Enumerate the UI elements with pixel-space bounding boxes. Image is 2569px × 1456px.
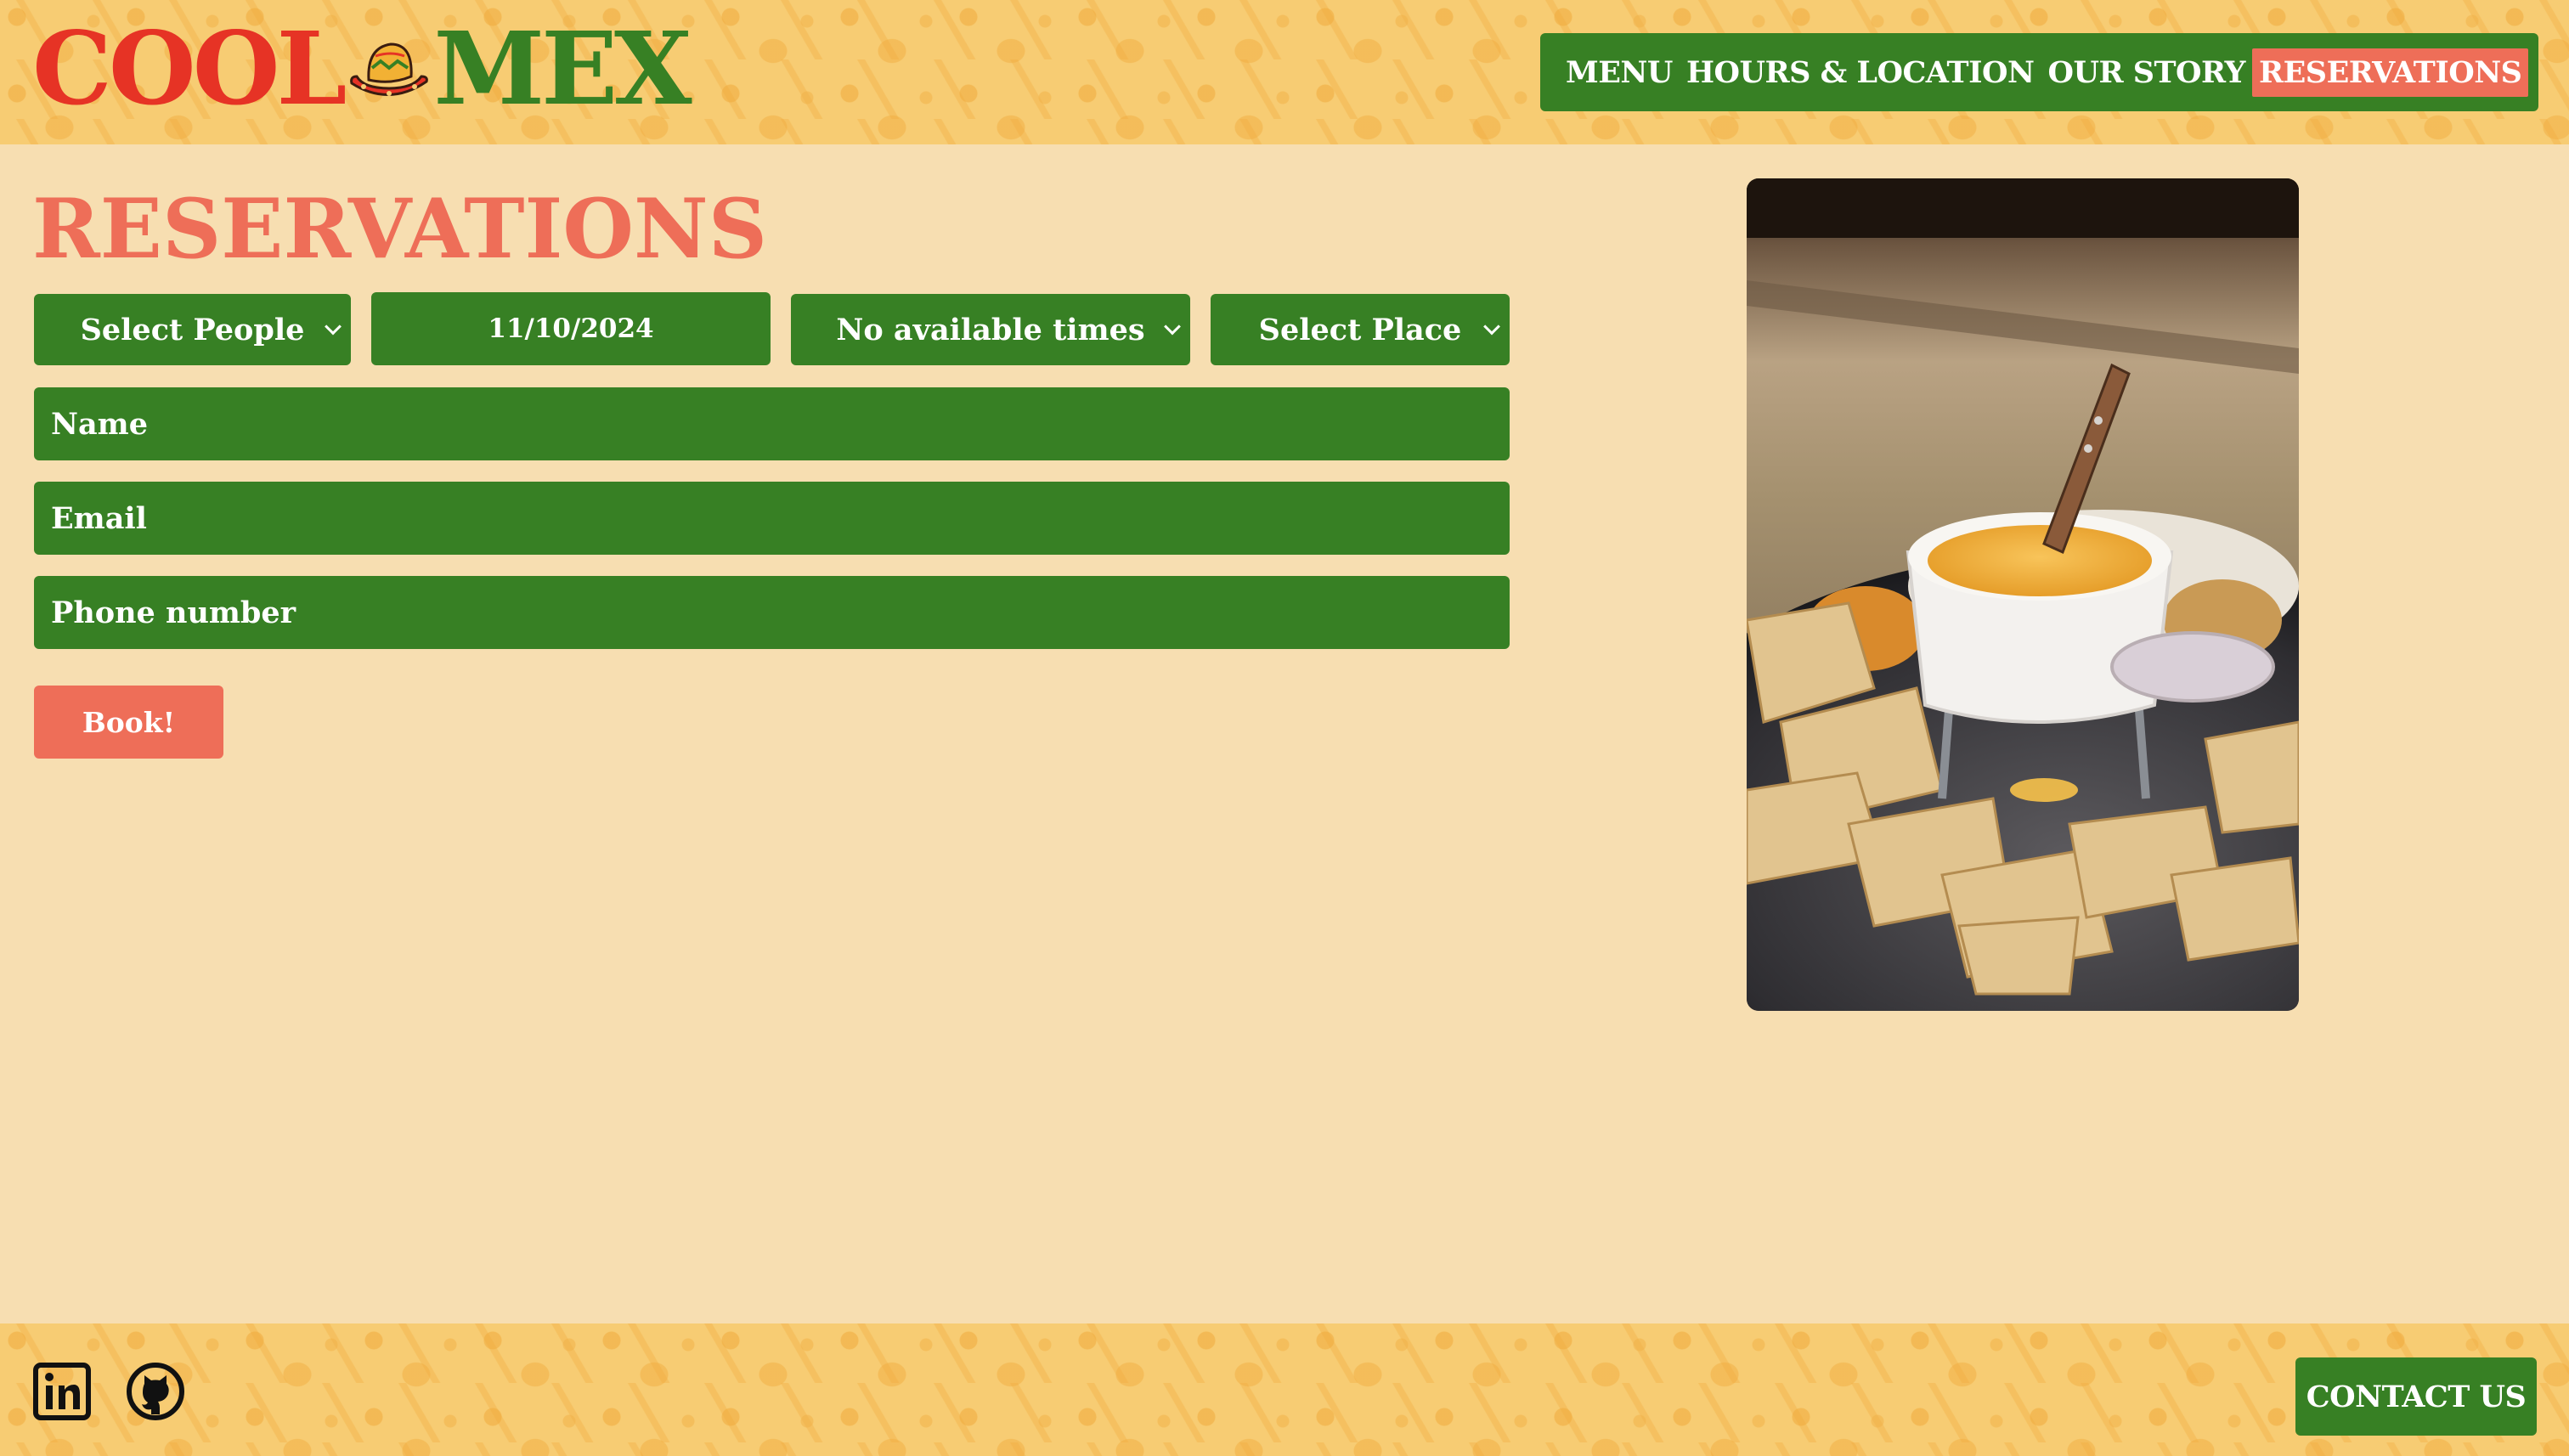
- contact-us-button[interactable]: CONTACT US: [2295, 1357, 2537, 1436]
- nav-item-our-story[interactable]: OUR STORY: [2041, 48, 2252, 97]
- place-select[interactable]: Select Place: [1211, 294, 1510, 365]
- main-nav: MENU HOURS & LOCATION OUR STORY RESERVAT…: [1540, 33, 2538, 111]
- book-button[interactable]: Book!: [34, 686, 223, 759]
- site-header: COOL MEX MENU HOURS & LOCATION OUR STORY…: [0, 0, 2569, 144]
- food-photo: [1747, 178, 2299, 1011]
- nav-item-reservations[interactable]: RESERVATIONS: [2252, 48, 2529, 97]
- page-title: RESERVATIONS: [32, 181, 768, 277]
- site-footer: [0, 1323, 2569, 1456]
- brand-logo-mex: MEX: [433, 8, 692, 127]
- place-select-value: Select Place: [1258, 312, 1462, 347]
- email-field[interactable]: Email: [34, 482, 1510, 555]
- chevron-down-icon: [325, 318, 342, 336]
- time-select[interactable]: No available times: [791, 294, 1190, 365]
- chevron-down-icon: [1483, 318, 1500, 336]
- nav-item-menu[interactable]: MENU: [1559, 48, 1680, 97]
- name-field[interactable]: Name: [34, 387, 1510, 460]
- food-photo-illustration: [1747, 178, 2299, 1011]
- nav-item-hours-location[interactable]: HOURS & LOCATION: [1680, 48, 2041, 97]
- email-field-placeholder: Email: [51, 500, 147, 536]
- date-input-value: 11/10/2024: [488, 313, 654, 344]
- date-input[interactable]: 11/10/2024: [371, 292, 771, 365]
- github-icon[interactable]: [126, 1362, 185, 1421]
- people-select-value: Select People: [80, 312, 305, 347]
- chevron-down-icon: [1164, 318, 1181, 336]
- phone-field[interactable]: Phone number: [34, 576, 1510, 649]
- brand-logo-cool: COOL: [32, 8, 347, 127]
- phone-field-placeholder: Phone number: [51, 595, 296, 630]
- brand-logo[interactable]: COOL MEX: [32, 8, 692, 127]
- people-select[interactable]: Select People: [34, 294, 351, 365]
- time-select-value: No available times: [836, 312, 1145, 347]
- linkedin-icon[interactable]: [32, 1362, 92, 1421]
- sombrero-icon: [350, 42, 429, 96]
- name-field-placeholder: Name: [51, 406, 148, 442]
